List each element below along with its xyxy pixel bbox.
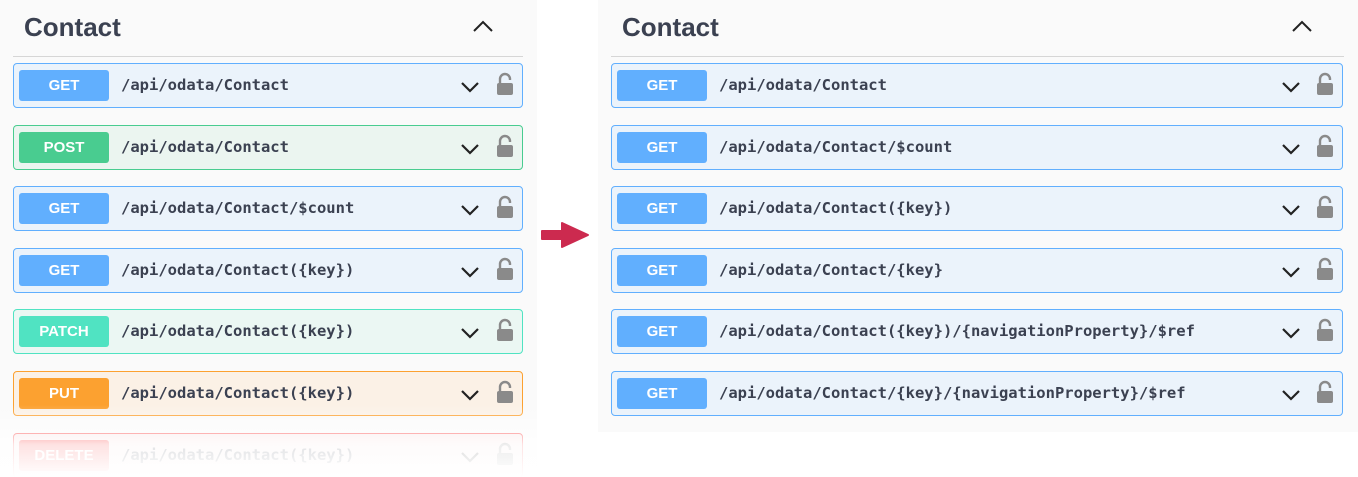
lock-icon[interactable] bbox=[495, 257, 515, 281]
lock-icon[interactable] bbox=[495, 72, 515, 96]
operation-put-contact-key[interactable]: PUT /api/odata/Contact({key}) bbox=[13, 371, 523, 416]
lock-icon[interactable] bbox=[495, 195, 515, 219]
arrow-right-icon bbox=[540, 220, 590, 250]
lock-icon[interactable] bbox=[495, 134, 515, 158]
chevron-down-icon[interactable] bbox=[459, 446, 481, 468]
operation-delete-contact-key[interactable]: DELETE /api/odata/Contact({key}) bbox=[13, 433, 523, 477]
lock-icon[interactable] bbox=[1315, 318, 1335, 342]
chevron-down-icon[interactable] bbox=[459, 76, 481, 98]
operation-get-contact[interactable]: GET /api/odata/Contact bbox=[13, 63, 523, 108]
operation-patch-contact-key[interactable]: PATCH /api/odata/Contact({key}) bbox=[13, 309, 523, 354]
lock-icon[interactable] bbox=[1315, 257, 1335, 281]
lock-icon[interactable] bbox=[1315, 380, 1335, 404]
operation-path: /api/odata/Contact/$count bbox=[719, 138, 953, 156]
chevron-up-icon[interactable] bbox=[470, 14, 496, 40]
lock-icon[interactable] bbox=[1315, 195, 1335, 219]
operation-path: /api/odata/Contact bbox=[121, 138, 289, 156]
method-badge: GET bbox=[617, 378, 707, 409]
lock-icon[interactable] bbox=[1315, 134, 1335, 158]
operation-path: /api/odata/Contact({key}) bbox=[719, 199, 953, 217]
operation-post-contact[interactable]: POST /api/odata/Contact bbox=[13, 125, 523, 170]
chevron-down-icon[interactable] bbox=[1280, 261, 1302, 283]
chevron-down-icon[interactable] bbox=[459, 384, 481, 406]
lock-icon[interactable] bbox=[495, 380, 515, 404]
operation-get-contact-key[interactable]: GET /api/odata/Contact({key}) bbox=[13, 248, 523, 293]
chevron-down-icon[interactable] bbox=[1280, 138, 1302, 160]
method-badge: DELETE bbox=[19, 440, 109, 471]
lock-icon[interactable] bbox=[495, 318, 515, 342]
method-badge: GET bbox=[19, 193, 109, 224]
method-badge: PUT bbox=[19, 378, 109, 409]
operation-get-contact[interactable]: GET /api/odata/Contact bbox=[611, 63, 1343, 108]
operation-path: /api/odata/Contact bbox=[719, 76, 887, 94]
operation-get-contact-key-paren[interactable]: GET /api/odata/Contact({key}) bbox=[611, 186, 1343, 231]
method-badge: GET bbox=[617, 316, 707, 347]
operation-path: /api/odata/Contact/$count bbox=[121, 199, 355, 217]
method-badge: GET bbox=[19, 255, 109, 286]
method-badge: POST bbox=[19, 132, 109, 163]
chevron-down-icon[interactable] bbox=[1280, 199, 1302, 221]
operation-path: /api/odata/Contact({key})/{navigationPro… bbox=[719, 322, 1195, 340]
chevron-down-icon[interactable] bbox=[459, 322, 481, 344]
chevron-down-icon[interactable] bbox=[459, 261, 481, 283]
operation-get-contact-count[interactable]: GET /api/odata/Contact/$count bbox=[611, 125, 1343, 170]
method-badge: GET bbox=[617, 255, 707, 286]
method-badge: GET bbox=[617, 70, 707, 101]
section-title: Contact bbox=[24, 12, 121, 42]
method-badge: GET bbox=[19, 70, 109, 101]
method-badge: GET bbox=[617, 193, 707, 224]
chevron-down-icon[interactable] bbox=[1280, 384, 1302, 406]
operation-path: /api/odata/Contact/{key}/{navigationProp… bbox=[719, 384, 1186, 402]
operation-path: /api/odata/Contact({key}) bbox=[121, 446, 355, 464]
chevron-down-icon[interactable] bbox=[459, 138, 481, 160]
operation-path: /api/odata/Contact({key}) bbox=[121, 384, 355, 402]
lock-icon[interactable] bbox=[495, 442, 515, 466]
operation-path: /api/odata/Contact({key}) bbox=[121, 322, 355, 340]
section-title: Contact bbox=[622, 12, 719, 42]
method-badge: PATCH bbox=[19, 316, 109, 347]
operation-get-contact-key-slash-nav-ref[interactable]: GET /api/odata/Contact/{key}/{navigation… bbox=[611, 371, 1343, 416]
lock-icon[interactable] bbox=[1315, 72, 1335, 96]
operation-path: /api/odata/Contact bbox=[121, 76, 289, 94]
chevron-up-icon[interactable] bbox=[1289, 14, 1315, 40]
section-header[interactable]: Contact bbox=[13, 0, 523, 57]
chevron-down-icon[interactable] bbox=[1280, 322, 1302, 344]
chevron-down-icon[interactable] bbox=[1280, 76, 1302, 98]
section-header[interactable]: Contact bbox=[611, 0, 1344, 57]
chevron-down-icon[interactable] bbox=[459, 199, 481, 221]
left-swagger-panel: Contact GET /api/odata/Contact POST /api… bbox=[0, 0, 537, 477]
right-swagger-panel: Contact GET /api/odata/Contact GET /api/… bbox=[598, 0, 1358, 432]
operation-get-contact-count[interactable]: GET /api/odata/Contact/$count bbox=[13, 186, 523, 231]
method-badge: GET bbox=[617, 132, 707, 163]
operation-get-contact-key-nav-ref[interactable]: GET /api/odata/Contact({key})/{navigatio… bbox=[611, 309, 1343, 354]
operation-get-contact-key-slash[interactable]: GET /api/odata/Contact/{key} bbox=[611, 248, 1343, 293]
operation-path: /api/odata/Contact({key}) bbox=[121, 261, 355, 279]
operation-path: /api/odata/Contact/{key} bbox=[719, 261, 943, 279]
